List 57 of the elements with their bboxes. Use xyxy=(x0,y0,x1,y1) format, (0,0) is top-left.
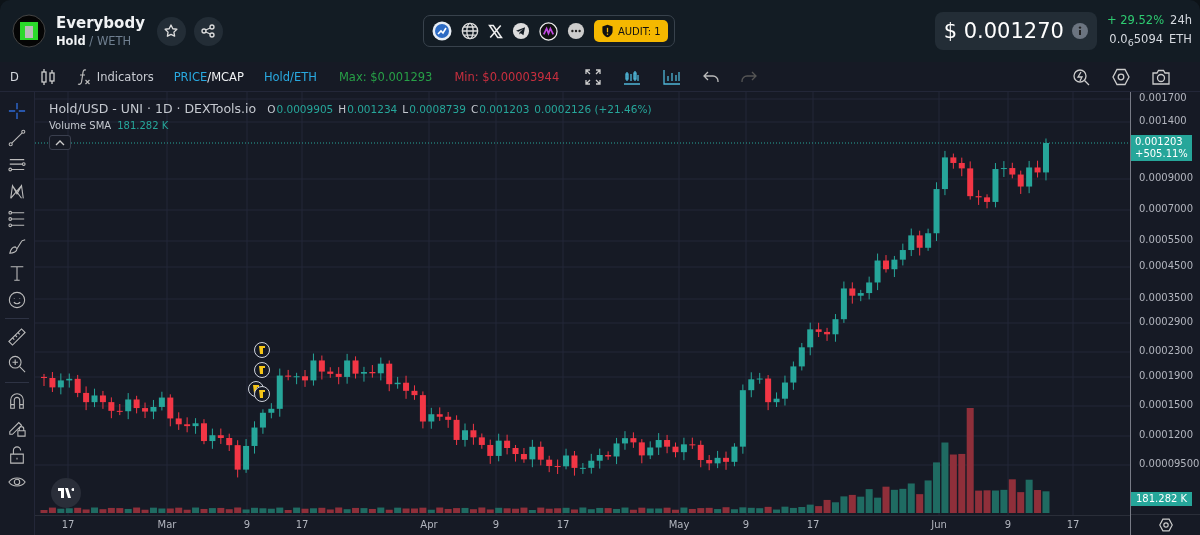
ohlc-value: 0.001203 xyxy=(479,103,530,115)
time-tick-label: May xyxy=(668,519,690,530)
time-tick-label: 17 xyxy=(556,519,570,530)
interval-button[interactable]: D xyxy=(10,69,19,84)
time-tick-label: 9 xyxy=(243,519,251,530)
audit-button[interactable]: AUDIT: 1 xyxy=(593,20,668,42)
price-change: + 29.52% xyxy=(1106,13,1165,28)
time-tick-label: 9 xyxy=(492,519,500,530)
mcap-mode-tab[interactable]: /MCAP xyxy=(207,69,244,84)
chart-title: Hold/USD - UNI · 1D · DEXTools.io xyxy=(49,101,257,116)
min-price: Min: $0.00003944 xyxy=(454,69,560,84)
pair-toggle[interactable]: Hold/ETH xyxy=(263,69,317,84)
quote-symbol: / WETH xyxy=(89,34,132,48)
last-price-badge: 0.001203 +505.11% xyxy=(1131,135,1192,161)
price-change-value: 0.0002126 (+21.46%) xyxy=(534,103,652,115)
ohlc-label: C xyxy=(470,103,479,115)
eth-price: 0.0$_{6}$5094 xyxy=(1109,32,1164,49)
price-tick-label: 0.00009500 xyxy=(1139,458,1200,469)
chart-area[interactable]: Hold/USD - UNI · 1D · DEXTools.io O0.0009905 H 0.001234 L0.0008739 C0.001203 0.0002126 (+21.46%) Volume SMA 181.282 K xyxy=(35,92,1130,515)
token-price: $ 0.001270 xyxy=(943,19,1064,43)
price-tick-label: 0.0007000 xyxy=(1139,203,1194,214)
time-tick-label: 17 xyxy=(1066,519,1080,530)
price-tick-label: 0.0009000 xyxy=(1139,172,1194,183)
volume-label: Volume SMA xyxy=(49,120,112,131)
base-symbol: Hold xyxy=(56,34,86,48)
price-tick-label: 0.0002900 xyxy=(1139,316,1194,327)
price-tick-label: 0.0002300 xyxy=(1139,345,1194,356)
price-tick-label: 0.001700 xyxy=(1139,92,1187,103)
ohlc-value: 0.0009905 xyxy=(276,103,334,115)
time-tick-label: Jun xyxy=(931,519,947,530)
time-tick-label: Apr xyxy=(420,519,438,530)
price-tick-label: 0.0001900 xyxy=(1139,370,1194,381)
eth-unit: ETH xyxy=(1169,32,1192,49)
token-name: Everybody xyxy=(56,14,145,32)
ohlc-label: H xyxy=(338,103,347,115)
time-tick-label: 9 xyxy=(1004,519,1012,530)
ohlc-value: 0.0008739 xyxy=(409,103,466,115)
max-price: Max: $0.001293 xyxy=(338,69,433,84)
price-tick-label: 0.0001200 xyxy=(1139,429,1194,440)
time-tick-label: 9 xyxy=(742,519,750,530)
time-tick-label: Mar xyxy=(157,519,177,530)
volume-value: 181.282 K xyxy=(117,120,169,131)
ohlc-value: 0.001234 xyxy=(347,103,398,115)
price-tick-label: 0.001400 xyxy=(1139,115,1187,126)
price-tick-label: 0.0005500 xyxy=(1139,234,1194,245)
indicators-button[interactable]: Indicators xyxy=(76,67,154,86)
price-tick-label: 0.0001500 xyxy=(1139,399,1194,410)
ohlc-label: O xyxy=(267,103,276,115)
volume-badge: 181.282 K xyxy=(1131,492,1193,506)
time-tick-label: 17 xyxy=(295,519,309,530)
price-mode-tab[interactable]: PRICE xyxy=(173,69,208,84)
period-label: 24h xyxy=(1170,13,1192,28)
price-tick-label: 0.0004500 xyxy=(1139,260,1194,271)
ohlc-label: L xyxy=(402,103,409,115)
price-tick-label: 0.0003500 xyxy=(1139,292,1194,303)
time-tick-label: 17 xyxy=(806,519,820,530)
time-tick-label: 17 xyxy=(61,519,75,530)
